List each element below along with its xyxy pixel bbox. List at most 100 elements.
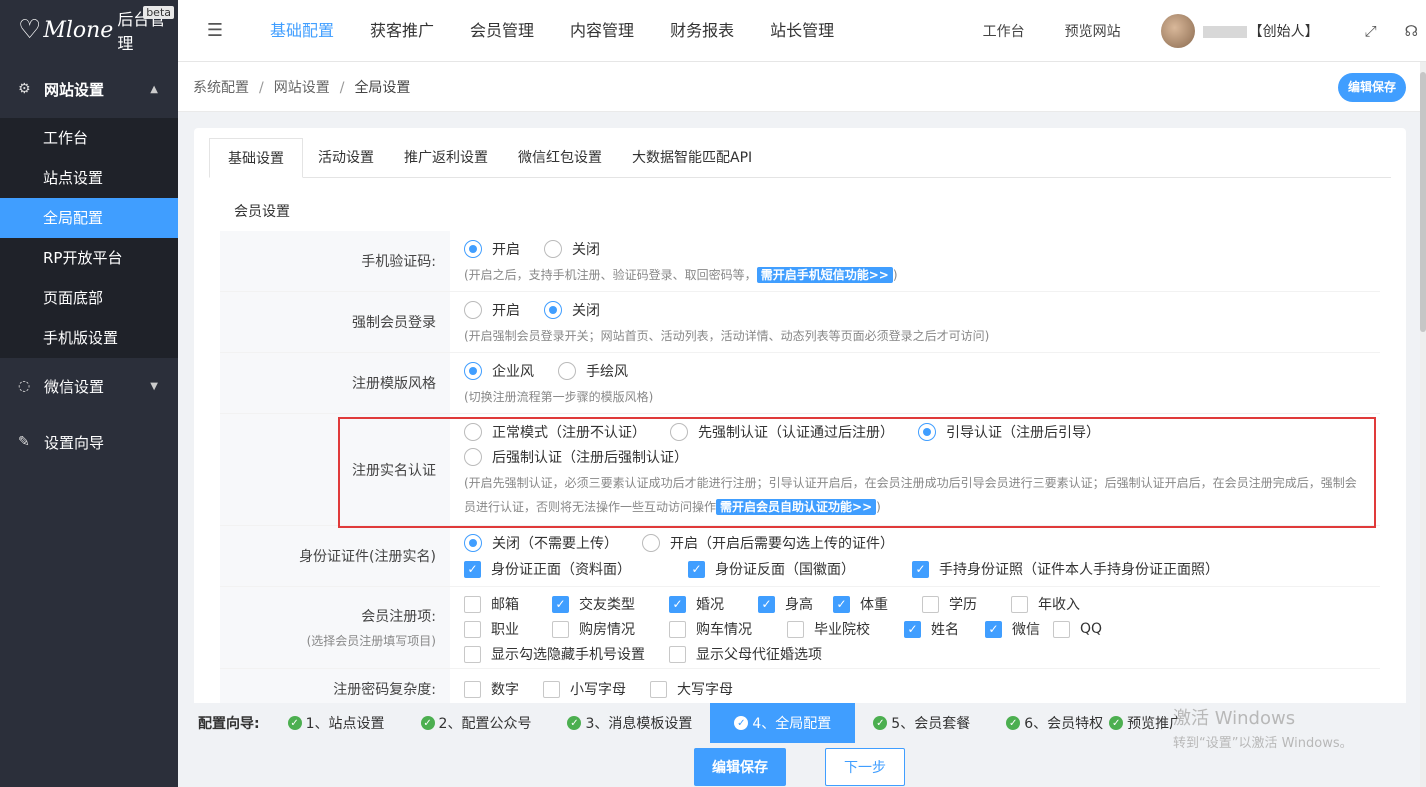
pwd-digit-checkbox[interactable]: 数字 bbox=[464, 679, 519, 699]
pwd-upper-checkbox[interactable]: 大写字母 bbox=[650, 679, 733, 699]
realname-normal-radio[interactable]: 正常模式（注册不认证） bbox=[464, 422, 646, 442]
workbench-link[interactable]: 工作台 bbox=[983, 21, 1025, 41]
scrollbar[interactable] bbox=[1420, 62, 1426, 787]
sidebar-group-website[interactable]: ⚙ 网站设置 ▲ bbox=[0, 60, 178, 118]
row-label-text: 会员注册项: bbox=[361, 609, 436, 625]
sidebar-item-workbench[interactable]: 工作台 bbox=[0, 118, 178, 158]
nav-finance-report[interactable]: 财务报表 bbox=[652, 0, 752, 62]
force-on-radio[interactable]: 开启 bbox=[464, 300, 520, 320]
sidebar-group-wechat[interactable]: ◌ 微信设置 ▼ bbox=[0, 358, 178, 414]
sidebar-item-site-settings[interactable]: 站点设置 bbox=[0, 158, 178, 198]
row-idcard: 身份证证件(注册实名) 关闭（不需要上传） 开启（开启后需要勾选上传的证件） ✓… bbox=[220, 526, 1380, 587]
next-button[interactable]: 下一步 bbox=[825, 748, 905, 786]
fullscreen-icon[interactable]: ⤢ bbox=[1365, 22, 1377, 40]
idcard-off-radio[interactable]: 关闭（不需要上传） bbox=[464, 533, 618, 553]
breadcrumb: 系统配置 / 网站设置 / 全局设置 bbox=[193, 77, 410, 97]
tab-basic[interactable]: 基础设置 bbox=[209, 138, 303, 178]
reg-weight-checkbox[interactable]: ✓ 体重 bbox=[833, 594, 922, 614]
nav-admin-mgmt[interactable]: 站长管理 bbox=[752, 0, 852, 62]
menu-toggle-icon[interactable]: ☰ bbox=[178, 20, 252, 41]
tab-rebate[interactable]: 推广返利设置 bbox=[389, 138, 503, 178]
idcard-handheld-checkbox[interactable]: ✓ 手持身份证照（证件本人手持身份证正面照） bbox=[912, 559, 1219, 579]
opt-label: 企业风 bbox=[492, 364, 534, 380]
tab-wechat-redpack[interactable]: 微信红包设置 bbox=[503, 138, 617, 178]
reg-height-checkbox[interactable]: ✓ 身高 bbox=[758, 594, 833, 614]
row-label: 身份证证件(注册实名) bbox=[220, 526, 450, 586]
realname-post-radio[interactable]: 后强制认证（注册后强制认证） bbox=[464, 447, 688, 467]
reg-job-checkbox[interactable]: 职业 bbox=[464, 619, 552, 639]
reg-marital-checkbox[interactable]: ✓ 婚况 bbox=[669, 594, 758, 614]
opt-label: 姓名 bbox=[931, 622, 959, 638]
step-label: 5、会员套餐 bbox=[891, 716, 971, 732]
check-circle-icon: ✓ bbox=[1006, 716, 1021, 730]
template-enterprise-radio[interactable]: 企业风 bbox=[464, 361, 534, 381]
opt-label: 身份证正面（资料面） bbox=[491, 562, 631, 578]
row-label: 强制会员登录 bbox=[220, 292, 450, 352]
reg-education-checkbox[interactable]: 学历 bbox=[922, 594, 1011, 614]
reg-email-checkbox[interactable]: 邮箱 bbox=[464, 594, 552, 614]
step-label: 4、全局配置 bbox=[752, 716, 832, 732]
hint-text: 员进行认证，否则将无法操作一些互动访问操作 bbox=[464, 500, 717, 514]
reg-dating-type-checkbox[interactable]: ✓ 交友类型 bbox=[552, 594, 669, 614]
reg-school-checkbox[interactable]: 毕业院校 bbox=[787, 619, 904, 639]
reg-parent-proxy-checkbox[interactable]: 显示父母代征婚选项 bbox=[669, 644, 822, 664]
idcard-back-checkbox[interactable]: ✓ 身份证反面（国徽面） bbox=[688, 559, 888, 579]
guide-step-preview[interactable]: ✓ 预览推广 bbox=[1109, 703, 1201, 743]
tab-activity[interactable]: 活动设置 bbox=[303, 138, 389, 178]
hint: (开启之后，支持手机注册、验证码登录、取回密码等， 需开启手机短信功能>>) bbox=[464, 263, 1380, 287]
sidebar-item-mobile-settings[interactable]: 手机版设置 bbox=[0, 318, 178, 358]
tab-bigdata-api[interactable]: 大数据智能匹配API bbox=[617, 138, 767, 178]
guide-step-2[interactable]: ✓ 2、配置公众号 bbox=[403, 703, 550, 743]
breadcrumb-website[interactable]: 网站设置 bbox=[274, 80, 330, 96]
reg-wechat-checkbox[interactable]: ✓ 微信 bbox=[985, 619, 1053, 639]
radio-icon bbox=[670, 423, 688, 441]
enable-sms-link[interactable]: 需开启手机短信功能>> bbox=[756, 267, 893, 283]
nav-customer-promo[interactable]: 获客推广 bbox=[352, 0, 452, 62]
pwd-lower-checkbox[interactable]: 小写字母 bbox=[543, 679, 626, 699]
realname-guide-radio[interactable]: 引导认证（注册后引导） bbox=[918, 422, 1100, 442]
save-button[interactable]: 编辑保存 bbox=[694, 748, 786, 786]
top-nav: 基础配置 获客推广 会员管理 内容管理 财务报表 站长管理 bbox=[252, 0, 852, 62]
reg-hide-phone-checkbox[interactable]: 显示勾选隐藏手机号设置 bbox=[464, 644, 669, 664]
reg-car-checkbox[interactable]: 购车情况 bbox=[669, 619, 787, 639]
tab-bar: 基础设置 活动设置 推广返利设置 微信红包设置 大数据智能匹配API bbox=[209, 138, 1391, 178]
logo[interactable]: ♡ Mlone 后台管理 beta bbox=[0, 0, 178, 60]
guide-step-3[interactable]: ✓ 3、消息模板设置 bbox=[549, 703, 710, 743]
row-label: 手机验证码: bbox=[220, 231, 450, 291]
user-name[interactable]: 【创始人】 bbox=[1202, 21, 1319, 41]
guide-step-4[interactable]: ✓ 4、全局配置 bbox=[710, 703, 856, 743]
sidebar-group-label: 设置向导 bbox=[44, 433, 105, 452]
template-handdrawn-radio[interactable]: 手绘风 bbox=[558, 361, 628, 381]
sidebar-group-guide[interactable]: ✎ 设置向导 bbox=[0, 414, 178, 470]
top-right: 工作台 预览网站 【创始人】 ⤢ ☊ bbox=[983, 0, 1426, 62]
idcard-front-checkbox[interactable]: ✓ 身份证正面（资料面） bbox=[464, 559, 664, 579]
user-role: 【创始人】 bbox=[1248, 23, 1319, 40]
preview-site-link[interactable]: 预览网站 bbox=[1065, 21, 1121, 41]
guide-step-5[interactable]: ✓ 5、会员套餐 bbox=[855, 703, 988, 743]
sidebar-item-page-footer[interactable]: 页面底部 bbox=[0, 278, 178, 318]
idcard-on-radio[interactable]: 开启（开启后需要勾选上传的证件） bbox=[642, 533, 894, 553]
logo-mark: ♡ Mlone bbox=[18, 15, 113, 45]
avatar[interactable] bbox=[1160, 13, 1195, 48]
force-off-radio[interactable]: 关闭 bbox=[544, 300, 600, 320]
reg-qq-checkbox[interactable]: QQ bbox=[1053, 620, 1102, 638]
nav-member-mgmt[interactable]: 会员管理 bbox=[452, 0, 552, 62]
sidebar-item-global-config[interactable]: 全局配置 bbox=[0, 198, 178, 238]
nav-content-mgmt[interactable]: 内容管理 bbox=[552, 0, 652, 62]
reg-income-checkbox[interactable]: 年收入 bbox=[1011, 594, 1080, 614]
breadcrumb-system[interactable]: 系统配置 bbox=[193, 80, 249, 96]
realname-prior-radio[interactable]: 先强制认证（认证通过后注册） bbox=[670, 422, 894, 442]
opt-label: 小写字母 bbox=[570, 682, 626, 698]
scrollbar-thumb[interactable] bbox=[1420, 72, 1426, 332]
sms-off-radio[interactable]: 关闭 bbox=[544, 239, 600, 259]
sidebar-item-rp-platform[interactable]: RP开放平台 bbox=[0, 238, 178, 278]
reg-name-checkbox[interactable]: ✓ 姓名 bbox=[904, 619, 985, 639]
guide-step-6[interactable]: ✓ 6、会员特权 bbox=[988, 703, 1109, 743]
nav-basic-config[interactable]: 基础配置 bbox=[252, 0, 352, 62]
guide-step-1[interactable]: ✓ 1、站点设置 bbox=[270, 703, 403, 743]
enable-self-auth-link[interactable]: 需开启会员自助认证功能>> bbox=[716, 499, 877, 515]
headset-icon[interactable]: ☊ bbox=[1405, 22, 1418, 40]
edit-save-pill-button[interactable]: 编辑保存 bbox=[1337, 73, 1406, 102]
reg-house-checkbox[interactable]: 购房情况 bbox=[552, 619, 669, 639]
sms-on-radio[interactable]: 开启 bbox=[464, 239, 520, 259]
